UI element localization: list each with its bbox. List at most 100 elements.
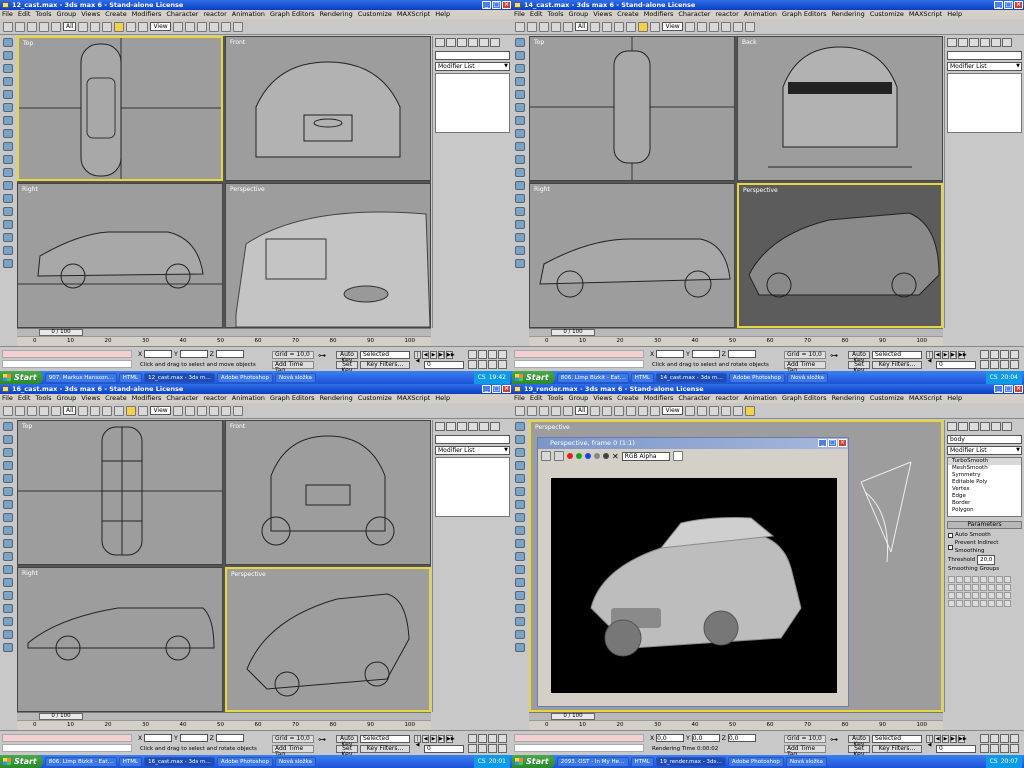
- taskbar-item[interactable]: Adobe Photoshop: [728, 372, 785, 383]
- title-bar[interactable]: 19_render.max - 3ds max 6 - Stand-alone …: [512, 384, 1024, 394]
- mirror-icon[interactable]: [184, 21, 195, 32]
- tool-icon[interactable]: [515, 487, 525, 496]
- play-icon[interactable]: ▶: [942, 351, 949, 359]
- menu-modifiers[interactable]: Modifiers: [644, 394, 674, 403]
- track-bar[interactable]: 0 / 100: [17, 712, 431, 720]
- zoom-extents-all-icon[interactable]: [498, 350, 507, 359]
- rotate-icon[interactable]: [638, 405, 649, 416]
- color-swatch[interactable]: [672, 451, 683, 461]
- display-tab[interactable]: [479, 422, 489, 431]
- smoothing-group-button[interactable]: [972, 592, 979, 599]
- redo-icon[interactable]: [527, 405, 537, 416]
- menu-file[interactable]: File: [2, 10, 13, 19]
- zoom-all-icon[interactable]: [478, 350, 487, 359]
- threshold-spinner[interactable]: 20,0: [977, 555, 996, 565]
- tool-icon[interactable]: [3, 103, 13, 112]
- go-end-icon[interactable]: ▶▶: [446, 351, 455, 359]
- menu-rendering[interactable]: Rendering: [832, 394, 865, 403]
- z-field[interactable]: [215, 734, 244, 742]
- move-icon[interactable]: [626, 405, 637, 416]
- menu-customize[interactable]: Customize: [358, 10, 392, 19]
- tool-icon[interactable]: [515, 578, 525, 587]
- menu-edit[interactable]: Edit: [530, 10, 543, 19]
- maximize-viewport-icon[interactable]: [1010, 360, 1019, 369]
- align-icon[interactable]: [708, 405, 719, 416]
- viewport-right[interactable]: Right: [17, 567, 223, 712]
- menu-reactor[interactable]: reactor: [203, 394, 226, 403]
- viewport-label[interactable]: Perspective: [743, 187, 778, 194]
- zoom-extents-icon[interactable]: [1000, 350, 1009, 359]
- stack-item-meshsmooth[interactable]: MeshSmooth: [948, 465, 1021, 472]
- smoothing-group-button[interactable]: [956, 592, 963, 599]
- render-window-titlebar[interactable]: Perspective, frame 0 (1:1) _ □ ×: [538, 438, 848, 449]
- tool-icon[interactable]: [3, 474, 13, 483]
- title-bar[interactable]: 14_cast.max - 3ds max 6 - Stand-alone Li…: [512, 0, 1024, 10]
- align-icon[interactable]: [196, 405, 207, 416]
- unlink-icon[interactable]: [39, 21, 49, 32]
- hierarchy-tab[interactable]: [969, 422, 979, 431]
- viewport-top[interactable]: Top: [529, 36, 735, 181]
- language-indicator[interactable]: CS: [478, 371, 486, 384]
- pan-icon[interactable]: [990, 360, 999, 369]
- select-by-name-icon[interactable]: [90, 405, 101, 416]
- checkbox-icon[interactable]: [948, 532, 953, 538]
- zoom-extents-all-icon[interactable]: [1010, 350, 1019, 359]
- set-key-button[interactable]: Set Key: [336, 361, 358, 374]
- smoothing-group-button[interactable]: [964, 592, 971, 599]
- menu-create[interactable]: Create: [617, 10, 639, 19]
- zoom-extents-all-icon[interactable]: [1010, 734, 1019, 743]
- taskbar-item[interactable]: HTML: [118, 372, 143, 383]
- undo-icon[interactable]: [515, 405, 525, 416]
- stack-item-turbosmooth[interactable]: TurboSmooth: [948, 458, 1021, 465]
- tool-icon[interactable]: [515, 539, 525, 548]
- bind-icon[interactable]: [51, 21, 61, 32]
- menu-customize[interactable]: Customize: [870, 394, 904, 403]
- language-indicator[interactable]: CS: [990, 755, 998, 768]
- green-channel-icon[interactable]: [576, 453, 582, 459]
- viewport-label[interactable]: Perspective: [535, 424, 570, 431]
- prev-frame-icon[interactable]: ◀: [934, 735, 941, 743]
- select-icon[interactable]: [590, 405, 601, 416]
- x-field[interactable]: 0,0: [656, 734, 685, 742]
- menu-help[interactable]: Help: [435, 10, 450, 19]
- viewport-label[interactable]: Front: [230, 423, 245, 430]
- smoothing-group-button[interactable]: [1004, 576, 1011, 583]
- taskbar-item[interactable]: Adobe Photoshop: [216, 372, 273, 383]
- y-field[interactable]: [179, 734, 208, 742]
- viewport-label[interactable]: Top: [22, 423, 32, 430]
- smoothing-group-button[interactable]: [948, 576, 955, 583]
- maximize-button[interactable]: □: [1004, 385, 1013, 393]
- y-field[interactable]: 0,0: [691, 734, 720, 742]
- undo-icon[interactable]: [3, 21, 13, 32]
- minimize-button[interactable]: _: [818, 439, 827, 447]
- tool-icon[interactable]: [515, 500, 525, 509]
- menu-graph-editors[interactable]: Graph Editors: [270, 10, 315, 19]
- tool-icon[interactable]: [515, 474, 525, 483]
- taskbar-item[interactable]: Adobe Photoshop: [727, 756, 784, 767]
- move-icon[interactable]: [114, 21, 125, 32]
- go-start-icon[interactable]: |◀: [414, 351, 421, 364]
- unlink-icon[interactable]: [551, 405, 561, 416]
- menu-animation[interactable]: Animation: [232, 10, 265, 19]
- stack-item-polygon[interactable]: Polygon: [948, 507, 1021, 514]
- go-end-icon[interactable]: ▶▶: [446, 735, 455, 743]
- tool-icon[interactable]: [3, 181, 13, 190]
- tool-icon[interactable]: [515, 461, 525, 470]
- clock[interactable]: 19:42: [489, 371, 506, 384]
- prev-frame-icon[interactable]: ◀: [422, 735, 429, 743]
- arc-rotate-icon[interactable]: [488, 744, 497, 753]
- menu-maxscript[interactable]: MAXScript: [909, 394, 942, 403]
- close-button[interactable]: ×: [502, 385, 511, 393]
- rotate-icon[interactable]: [126, 21, 137, 32]
- reference-coord[interactable]: View: [150, 406, 171, 415]
- alpha-channel-icon[interactable]: [594, 453, 600, 459]
- start-button[interactable]: Start: [512, 371, 555, 384]
- clear-icon[interactable]: ✕: [612, 452, 619, 461]
- taskbar-item[interactable]: 806. Limp Bizkit - Eat…: [44, 756, 117, 767]
- display-tab[interactable]: [991, 422, 1001, 431]
- time-slider[interactable]: 0 / 100: [551, 713, 595, 720]
- viewport-label[interactable]: Top: [534, 39, 544, 46]
- zoom-extents-icon[interactable]: [488, 734, 497, 743]
- mono-icon[interactable]: [603, 453, 609, 459]
- y-field[interactable]: [691, 350, 720, 358]
